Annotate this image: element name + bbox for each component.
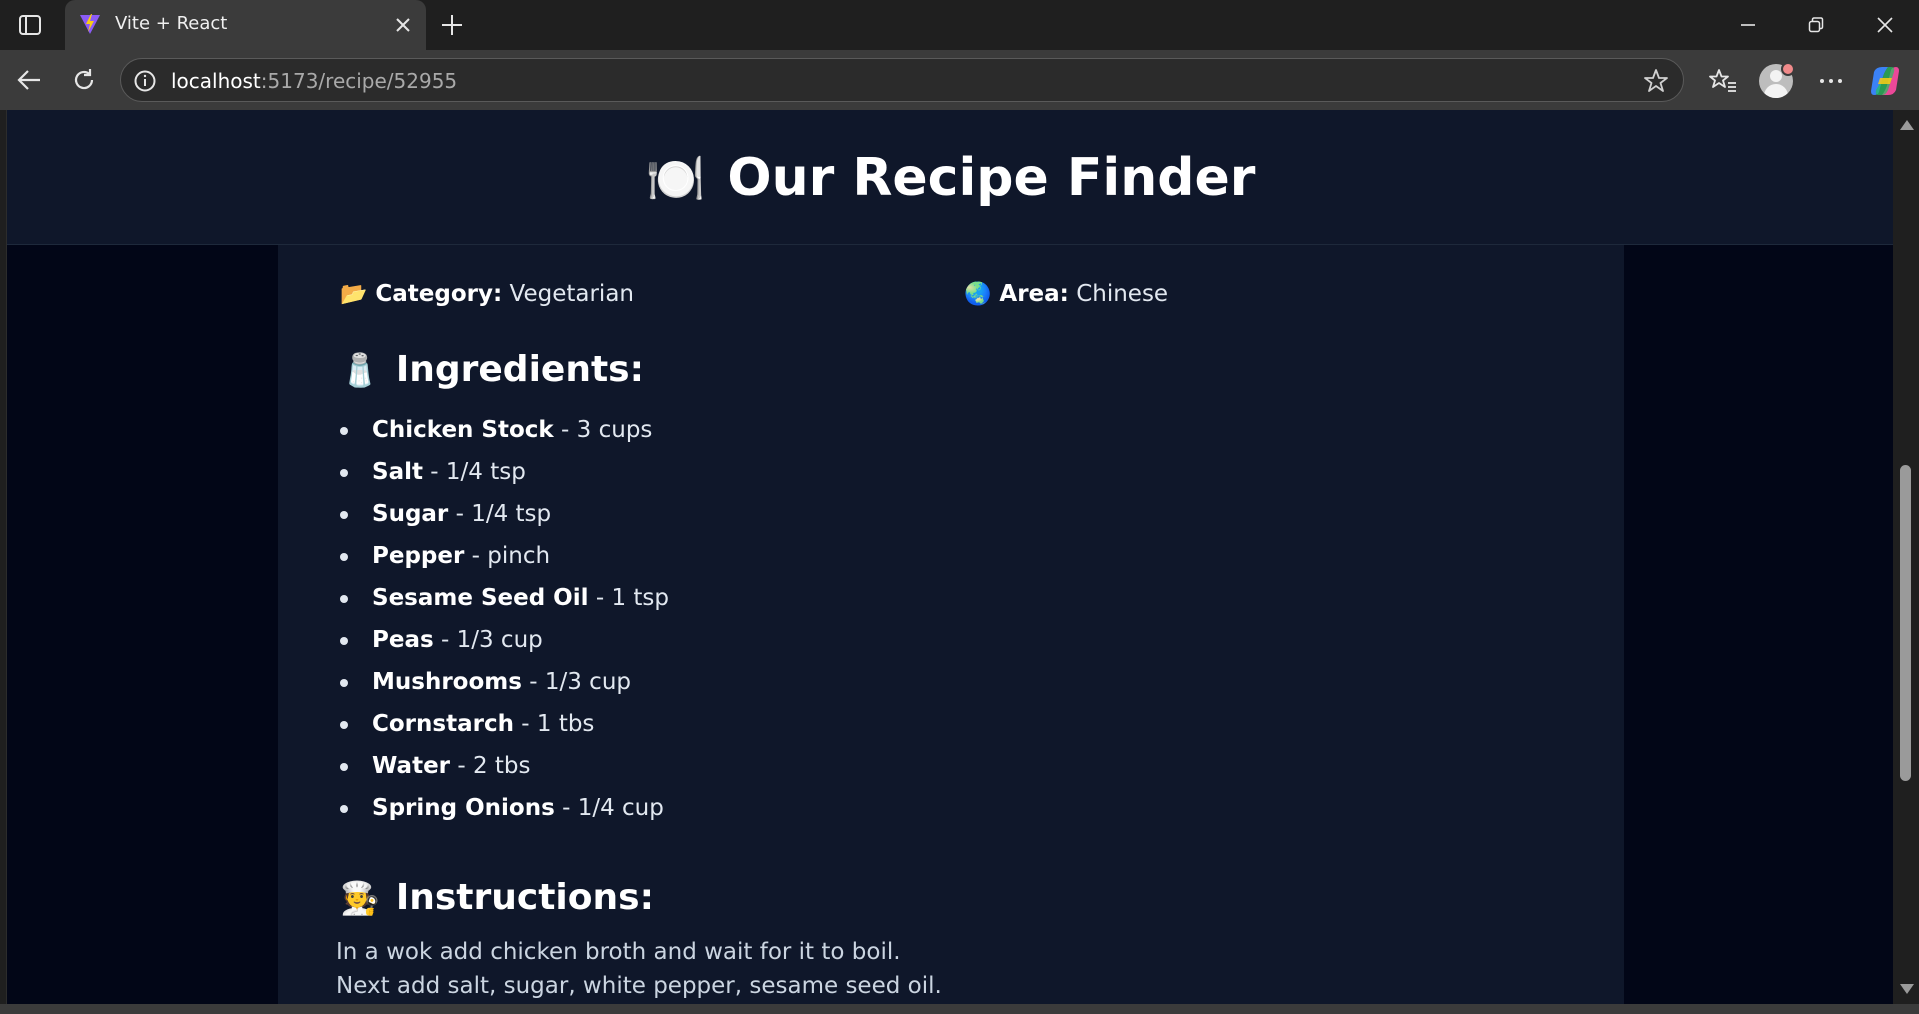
ingredient-name: Water [372, 753, 451, 779]
list-item: Peas - 1/3 cup [336, 625, 669, 667]
more-dots-icon [1820, 79, 1842, 83]
ingredient-name: Pepper [372, 543, 465, 569]
site-header: 🍽️ Our Recipe Finder [7, 110, 1894, 245]
category-info: 📂 Category: Vegetarian [340, 281, 634, 307]
ingredient-name: Sesame Seed Oil [372, 585, 589, 611]
ingredients-heading: 🧂 Ingredients: [340, 349, 644, 390]
salt-shaker-icon: 🧂 [340, 351, 380, 389]
category-value: Vegetarian [509, 281, 634, 307]
restore-button[interactable] [1791, 8, 1841, 42]
ingredient-name: Peas [372, 627, 434, 653]
ingredient-name: Chicken Stock [372, 417, 554, 443]
browser-toolbar: localhost:5173/recipe/52955 [0, 50, 1919, 110]
reload-button[interactable] [67, 63, 101, 97]
list-item: Cornstarch - 1 tbs [336, 709, 669, 751]
category-label: Category: [375, 281, 503, 307]
area-label: Area: [999, 281, 1069, 307]
favorites-icon [1709, 69, 1736, 92]
ingredient-measure: 1/4 cup [577, 795, 664, 821]
chef-icon: 🧑‍🍳 [340, 879, 380, 917]
area-info: 🌏 Area: Chinese [964, 281, 1168, 307]
ingredient-measure: 3 cups [576, 417, 653, 443]
close-icon [1877, 17, 1893, 33]
scrollbar-thumb[interactable] [1900, 465, 1911, 781]
list-item: Salt - 1/4 tsp [336, 457, 669, 499]
recipe-detail: 📂 Category: Vegetarian 🌏 Area: Chinese 🧂 In… [278, 245, 1624, 1004]
sidebar-panel-icon [19, 15, 41, 35]
site-info-icon[interactable] [133, 69, 157, 93]
url-path: :5173/recipe/52955 [260, 69, 458, 93]
url-text: localhost:5173/recipe/52955 [171, 69, 457, 93]
list-item: Mushrooms - 1/3 cup [336, 667, 669, 709]
close-tab-icon[interactable] [392, 14, 414, 36]
globe-icon: 🌏 [964, 282, 992, 307]
url-host: localhost [171, 69, 261, 93]
instructions-heading: 🧑‍🍳 Instructions: [340, 877, 654, 918]
ingredient-measure: pinch [487, 543, 551, 569]
list-item: Water - 2 tbs [336, 751, 669, 793]
ingredient-measure: 1/4 tsp [445, 459, 526, 485]
page-title-text: Our Recipe Finder [727, 148, 1256, 208]
list-item: Pepper - pinch [336, 541, 669, 583]
ingredient-name: Salt [372, 459, 423, 485]
window-bottom-edge [0, 1004, 1919, 1014]
ingredient-name: Cornstarch [372, 711, 514, 737]
page-viewport: 🍽️ Our Recipe Finder 📂 Category: Vegetaria… [6, 110, 1894, 1004]
back-button[interactable] [12, 63, 46, 97]
instructions-heading-text: Instructions: [395, 877, 654, 918]
close-window-button[interactable] [1860, 8, 1910, 42]
notification-dot [1781, 62, 1795, 76]
area-value: Chinese [1076, 281, 1169, 307]
active-tab[interactable]: Vite + React [65, 0, 426, 50]
new-tab-icon[interactable] [437, 10, 467, 40]
copilot-button[interactable] [1866, 62, 1904, 100]
tab-strip: Vite + React [0, 0, 1919, 50]
list-item: Sesame Seed Oil - 1 tsp [336, 583, 669, 625]
ingredient-name: Spring Onions [372, 795, 555, 821]
back-arrow-icon [17, 70, 40, 90]
ingredient-measure: 1 tsp [611, 585, 669, 611]
scroll-down-arrow-icon[interactable] [1900, 984, 1914, 994]
ingredient-measure: 2 tbs [472, 753, 531, 779]
star-icon[interactable] [1643, 68, 1669, 94]
instruction-line: Next add salt, sugar, white pepper, sesa… [336, 973, 942, 999]
ingredient-measure: 1 tbs [536, 711, 595, 737]
tab-actions-button[interactable] [12, 10, 48, 40]
list-item: Chicken Stock - 3 cups [336, 415, 669, 457]
folder-icon: 📂 [340, 282, 368, 307]
copilot-icon [1871, 67, 1899, 95]
scroll-up-arrow-icon[interactable] [1900, 120, 1914, 130]
reload-icon [74, 69, 94, 90]
page-title: 🍽️ Our Recipe Finder [7, 148, 1894, 208]
ingredient-measure: 1/3 cup [456, 627, 543, 653]
list-item: Spring Onions - 1/4 cup [336, 793, 669, 835]
page-scrollbar[interactable] [1893, 110, 1919, 1004]
settings-menu-button[interactable] [1812, 62, 1850, 100]
ingredients-list: Chicken Stock - 3 cups Salt - 1/4 tsp Su… [336, 415, 669, 835]
ingredient-measure: 1/4 tsp [471, 501, 552, 527]
address-bar[interactable]: localhost:5173/recipe/52955 [120, 58, 1684, 102]
ingredient-name: Mushrooms [372, 669, 522, 695]
restore-icon [1808, 17, 1824, 33]
favorites-button[interactable] [1704, 62, 1742, 100]
minimize-button[interactable] [1723, 8, 1773, 42]
plate-icon: 🍽️ [645, 151, 706, 207]
instruction-line: In a wok add chicken broth and wait for … [336, 939, 901, 965]
vite-logo-icon [80, 14, 100, 34]
minimize-icon [1741, 24, 1755, 26]
ingredient-name: Sugar [372, 501, 449, 527]
ingredient-measure: 1/3 cup [544, 669, 632, 695]
list-item: Sugar - 1/4 tsp [336, 499, 669, 541]
ingredients-heading-text: Ingredients: [395, 349, 644, 390]
tab-title: Vite + React [115, 13, 228, 34]
profile-button[interactable] [1757, 62, 1795, 100]
